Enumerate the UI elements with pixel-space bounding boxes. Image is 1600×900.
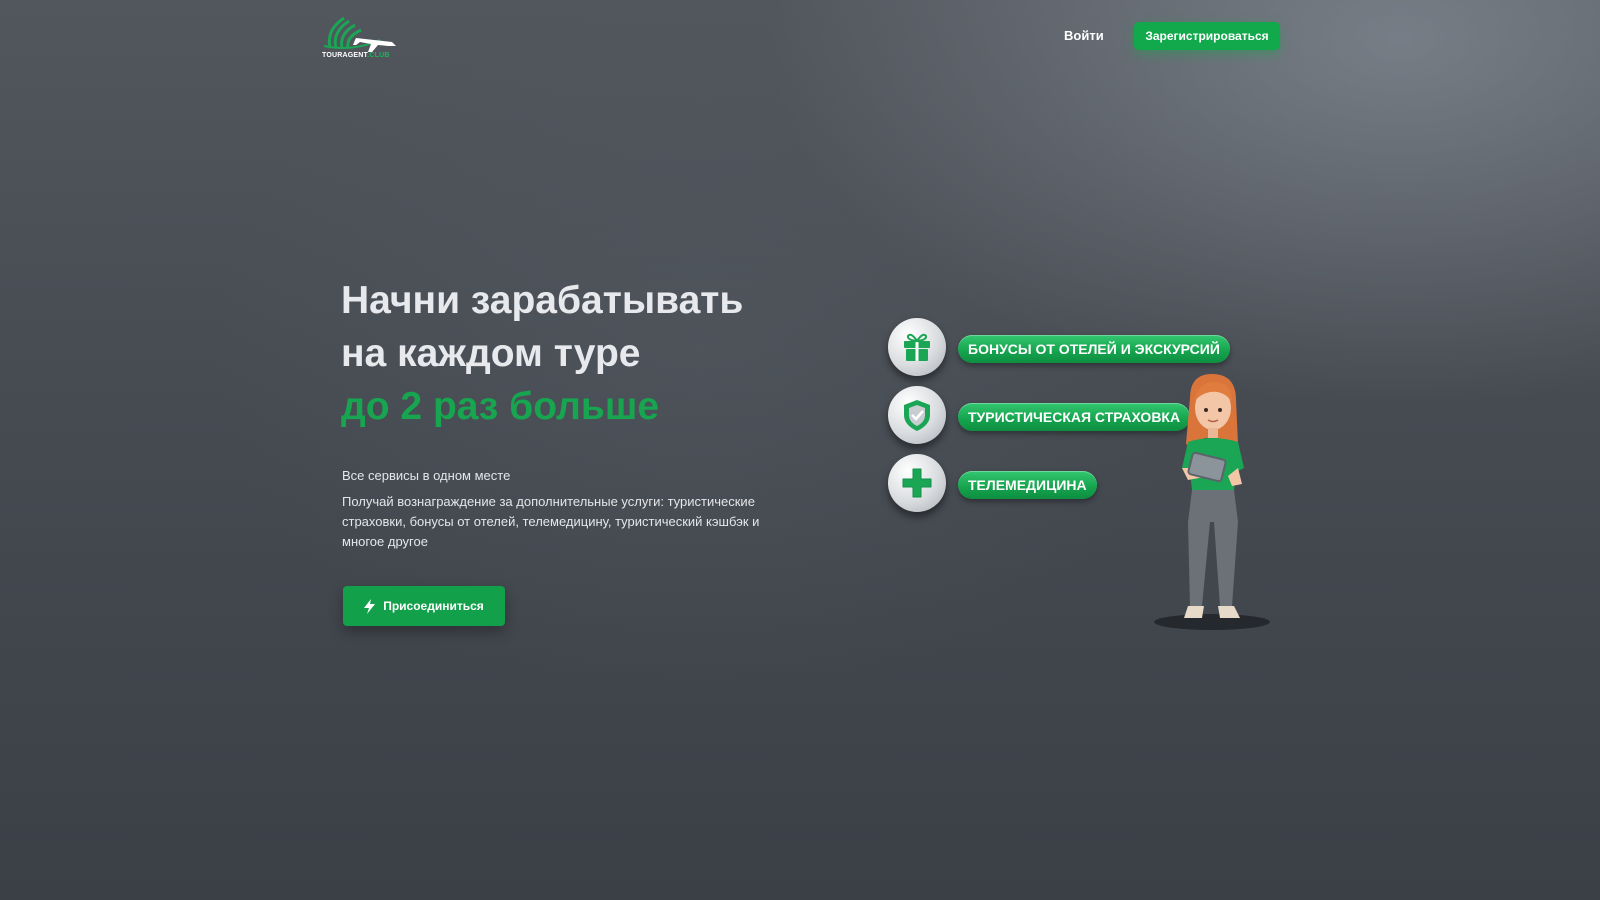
logo-wordmark: TOURAGENT.CLUB xyxy=(322,52,390,59)
join-button[interactable]: Присоединиться xyxy=(343,586,505,626)
feature-badge xyxy=(888,318,946,376)
logo-domain: .CLUB xyxy=(367,52,390,59)
shield-check-icon xyxy=(904,400,930,431)
hero-description: Получай вознаграждение за дополнительные… xyxy=(342,494,760,549)
logo-name: TOURAGENT xyxy=(322,52,368,59)
hero-title-line-1: Начни зарабатывать xyxy=(341,279,744,322)
gift-icon xyxy=(904,333,930,361)
feature-badge xyxy=(888,386,946,444)
feature-label: ТЕЛЕМЕДИЦИНА xyxy=(958,471,1097,499)
lightning-icon xyxy=(364,598,376,614)
airplane-globe-logo-icon xyxy=(323,16,396,52)
hero-title: Начни зарабатывать на каждом туре до 2 р… xyxy=(341,274,821,433)
woman-with-tablet-illustration xyxy=(1154,374,1270,630)
site-header: TOURAGENT.CLUB Войти Зарегистрироваться xyxy=(0,0,1600,74)
join-button-label: Присоединиться xyxy=(383,599,484,613)
hero-lead: Все сервисы в одном месте xyxy=(342,468,511,483)
hero-title-accent: до 2 раз больше xyxy=(341,385,660,428)
touragent-logo[interactable]: TOURAGENT.CLUB xyxy=(322,12,398,62)
feature-label: БОНУСЫ ОТ ОТЕЛЕЙ И ЭКСКУРСИЙ xyxy=(958,335,1230,363)
feature-badge xyxy=(888,454,946,512)
register-button[interactable]: Зарегистрироваться xyxy=(1134,22,1280,50)
login-link[interactable]: Войти xyxy=(1064,28,1104,43)
hero-title-line-2: на каждом туре xyxy=(341,332,641,375)
medical-cross-icon xyxy=(902,468,932,498)
